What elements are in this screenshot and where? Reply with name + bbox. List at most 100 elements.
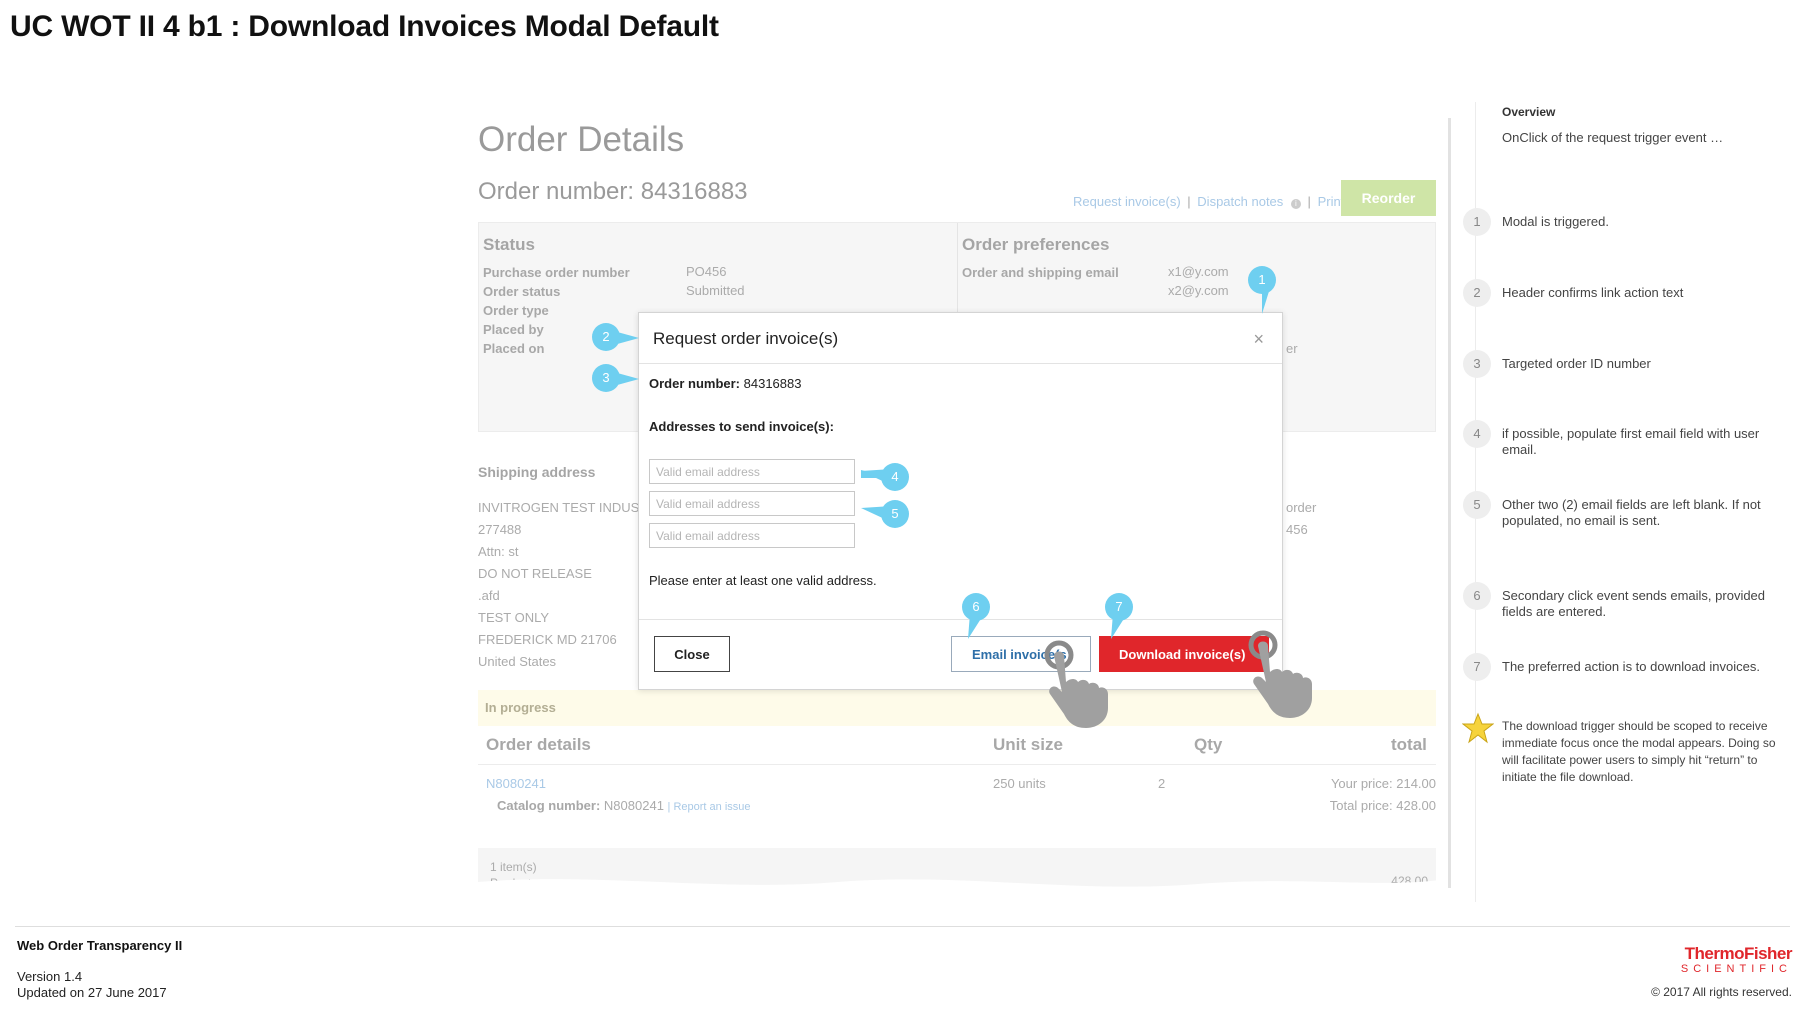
column-header: total [1391, 735, 1427, 754]
unit-size-cell: 250 units [993, 776, 1046, 791]
callout-number: 2 [592, 323, 620, 351]
modal-header-divider [639, 363, 1282, 364]
callout-number: 3 [592, 364, 620, 392]
catalog-line: Catalog number: N8080241 | Report an iss… [497, 798, 751, 813]
callout-number: 4 [881, 463, 909, 491]
modal-order-label: Order number: [649, 376, 741, 391]
note-text: The preferred action is to download invo… [1502, 659, 1760, 674]
modal-title: Request order invoice(s) [653, 329, 839, 348]
column-header: Order details [486, 735, 591, 754]
note-number: 6 [1463, 582, 1491, 610]
status-label: Placed by [483, 322, 544, 337]
preference-email: x2@y.com [1168, 283, 1229, 298]
shipping-heading: Shipping address [478, 464, 596, 480]
shipping-line: TEST ONLY [478, 610, 550, 625]
callout-number: 7 [1105, 593, 1133, 621]
page-title: Order Details [478, 120, 685, 159]
modal-order-number: Order number: 84316883 [649, 376, 801, 391]
close-button[interactable]: Close [654, 636, 730, 672]
status-label: Order type [483, 303, 549, 318]
right-fragment: 456 [1286, 522, 1308, 537]
status-label: Purchase order number [483, 265, 630, 280]
callout-number: 5 [881, 500, 909, 528]
torn-edge [478, 879, 1440, 908]
report-issue-link[interactable]: | Report an issue [668, 801, 751, 813]
callout-number: 6 [962, 593, 990, 621]
preference-email: x1@y.com [1168, 264, 1229, 279]
modal-footer-divider [639, 619, 1282, 620]
status-label: Placed on [483, 341, 545, 356]
note-number: 5 [1463, 491, 1491, 519]
shipping-line: Attn: st [478, 544, 519, 559]
addresses-label: Addresses to send invoice(s): [649, 419, 834, 434]
tap-hand-icon [1248, 630, 1312, 718]
report-issue-label[interactable]: Report an issue [673, 801, 750, 813]
status-label: Order status [483, 284, 561, 299]
note-number: 7 [1463, 653, 1491, 681]
note-text: Modal is triggered. [1502, 214, 1609, 229]
shipping-line: .afd [478, 588, 500, 603]
request-invoice-link[interactable]: Request invoice(s) [1073, 194, 1181, 209]
email-field-3[interactable] [649, 523, 855, 548]
note-text: Secondary click event sends emails, prov… [1502, 588, 1766, 619]
footer-divider [15, 926, 1790, 927]
callout-number: 1 [1248, 266, 1276, 294]
modal-order-value: 84316883 [743, 376, 802, 391]
preferences-heading: Order preferences [962, 235, 1110, 254]
email-field-2[interactable] [649, 491, 855, 516]
shipping-line: 277488 [478, 522, 522, 537]
note-number: 1 [1463, 208, 1491, 236]
modal-help-text: Please enter at least one valid address. [649, 573, 877, 588]
thermofisher-logo: ThermoFisher SCIENTIFIC [1662, 944, 1793, 976]
order-action-links: Request invoice(s) | Dispatch notes i | … [1073, 194, 1344, 209]
info-icon: i [1290, 199, 1301, 209]
dispatch-notes-link[interactable]: Dispatch notes [1197, 194, 1283, 209]
panel-divider-line [1448, 118, 1451, 888]
status-value: PO456 [686, 264, 727, 279]
note-text: The download trigger should be scoped to… [1502, 719, 1776, 784]
shipping-line: INVITROGEN TEST INDUS [478, 500, 640, 515]
link-separator: | [1307, 194, 1311, 209]
reorder-button[interactable]: Reorder [1341, 180, 1436, 216]
preference-fragment: er [1286, 341, 1298, 356]
catalog-value: N8080241 [603, 798, 664, 813]
overview-text: OnClick of the request trigger event … [1502, 130, 1724, 145]
note-text: if possible, populate first email field … [1502, 426, 1760, 457]
note-number: 3 [1463, 350, 1491, 378]
footer-updated: Updated on 27 June 2017 [17, 985, 167, 1000]
logo-brand-top: ThermoFisher [1684, 944, 1793, 963]
column-header: Qty [1194, 735, 1223, 754]
note-text: Header confirms link action text [1502, 285, 1684, 300]
tap-hand-icon [1044, 640, 1108, 728]
note-text: Targeted order ID number [1502, 356, 1651, 371]
shipping-line: United States [478, 654, 557, 669]
right-fragment: order [1286, 500, 1317, 515]
note-number: 4 [1463, 420, 1491, 448]
preferences-label: Order and shipping email [962, 265, 1119, 280]
status-value: Submitted [686, 283, 745, 298]
table-divider [478, 764, 1436, 765]
qty-cell: 2 [1158, 776, 1166, 791]
star-icon [1462, 712, 1494, 744]
note-number: 2 [1463, 279, 1491, 307]
catalog-label: Catalog number: [497, 798, 601, 813]
email-field-1[interactable] [649, 459, 855, 484]
logo-brand-bottom: SCIENTIFIC [1680, 963, 1792, 975]
link-separator: | [1187, 194, 1191, 209]
order-number-heading: Order number: 84316883 [478, 178, 748, 205]
column-header: Unit size [993, 735, 1063, 754]
modal-close-icon[interactable]: × [1253, 329, 1264, 350]
overview-title: Overview [1502, 105, 1556, 119]
note-text: Other two (2) email fields are left blan… [1502, 497, 1761, 528]
shipping-line: DO NOT RELEASE [478, 566, 592, 581]
footer-app-name: Web Order Transparency II [17, 938, 183, 953]
document-title: UC WOT II 4 b1 : Download Invoices Modal… [10, 10, 719, 43]
your-price-cell: Your price: 214.00 [1330, 776, 1436, 791]
footer-copyright: © 2017 All rights reserved. [1651, 985, 1792, 999]
status-heading: Status [483, 235, 535, 254]
total-price-cell: Total price: 428.00 [1329, 798, 1436, 813]
shipping-line: FREDERICK MD 21706 [478, 632, 617, 647]
product-link[interactable]: N8080241 [486, 776, 546, 791]
request-invoice-modal: Request order invoice(s) × Order number:… [638, 312, 1283, 690]
footer-version: Version 1.4 [17, 969, 83, 984]
